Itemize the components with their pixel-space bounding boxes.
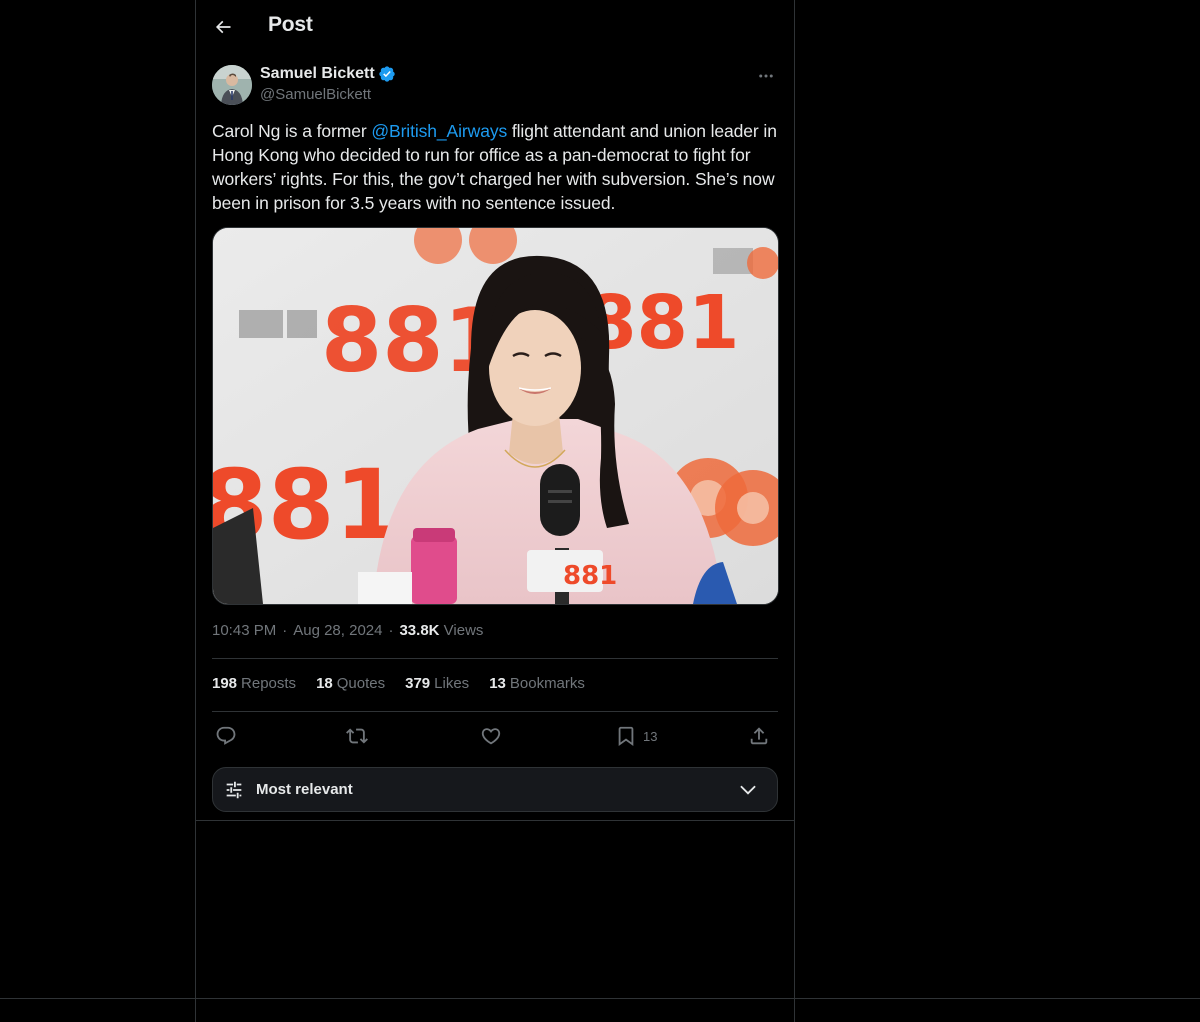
post-image[interactable]: 881 881 881 881 xyxy=(212,227,779,605)
bookmark-button[interactable]: 13 xyxy=(615,722,657,750)
main-column: Post Samuel Bickett @SamuelBickett Carol… xyxy=(195,0,795,1022)
avatar[interactable] xyxy=(212,65,252,105)
like-button[interactable] xyxy=(480,722,502,750)
post-time[interactable]: 10:43 PM xyxy=(212,622,276,639)
heart-icon xyxy=(480,725,502,747)
bookmark-count: 13 xyxy=(643,728,658,744)
author-name-row: Samuel Bickett xyxy=(260,65,396,83)
stat-reposts[interactable]: 198 Reposts xyxy=(212,675,296,692)
divider xyxy=(196,820,794,821)
more-options-button[interactable] xyxy=(754,64,778,88)
stat-quotes[interactable]: 18 Quotes xyxy=(316,675,385,692)
repost-icon xyxy=(346,725,368,747)
mention-link[interactable]: @British_Airways xyxy=(371,121,507,141)
bookmark-icon xyxy=(615,725,637,747)
arrow-left-icon xyxy=(213,17,233,37)
page-title: Post xyxy=(268,13,313,36)
reply-sort-dropdown[interactable]: Most relevant xyxy=(212,767,778,812)
meta-separator: · xyxy=(388,622,394,639)
post-meta: 10:43 PM · Aug 28, 2024 · 33.8K Views xyxy=(212,622,483,639)
divider xyxy=(212,711,778,712)
views-count: 33.8K xyxy=(399,622,440,639)
sort-label: Most relevant xyxy=(256,781,353,798)
views-label: Views xyxy=(443,622,484,639)
bottom-divider xyxy=(0,998,1200,999)
page: Post Samuel Bickett @SamuelBickett Carol… xyxy=(0,0,1200,1022)
page-header: Post xyxy=(196,0,794,54)
repost-button[interactable] xyxy=(346,722,368,750)
engagement-stats: 198 Reposts 18 Quotes 379 Likes 13 Bookmarks xyxy=(212,675,585,692)
post-text: Carol Ng is a former @British_Airways fl… xyxy=(212,119,782,215)
reply-button[interactable] xyxy=(215,722,237,750)
divider xyxy=(212,658,778,659)
share-icon xyxy=(748,725,770,747)
chevron-down-icon xyxy=(737,780,759,800)
sliders-icon xyxy=(223,779,245,801)
mic-logo-881: 881 xyxy=(563,561,617,591)
author-name[interactable]: Samuel Bickett xyxy=(260,65,375,83)
more-horizontal-icon xyxy=(757,67,775,85)
back-button[interactable] xyxy=(204,8,242,46)
meta-separator: · xyxy=(282,622,288,639)
verified-badge-icon xyxy=(378,65,396,83)
stat-bookmarks[interactable]: 13 Bookmarks xyxy=(489,675,585,692)
post-text-part: Carol Ng is a former xyxy=(212,121,372,141)
post-date[interactable]: Aug 28, 2024 xyxy=(293,622,382,639)
reply-icon xyxy=(215,725,237,747)
stat-likes[interactable]: 379 Likes xyxy=(405,675,469,692)
author-handle[interactable]: @SamuelBickett xyxy=(260,86,371,103)
action-bar: 13 xyxy=(212,722,778,750)
post-author: Samuel Bickett @SamuelBickett xyxy=(212,64,778,108)
share-button[interactable] xyxy=(748,722,770,750)
